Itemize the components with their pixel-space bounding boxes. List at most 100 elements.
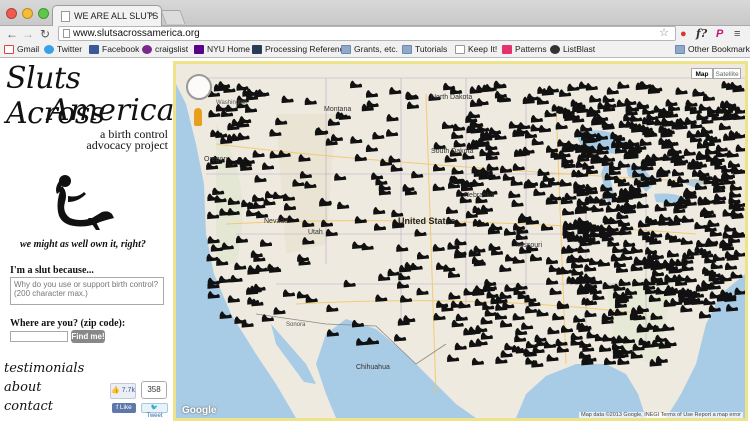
map-marker[interactable] — [585, 83, 598, 91]
map-marker[interactable] — [555, 122, 568, 130]
map-marker[interactable] — [486, 163, 499, 172]
map-marker[interactable] — [724, 100, 737, 109]
map-marker[interactable] — [566, 140, 579, 149]
map-marker[interactable] — [602, 215, 615, 224]
map-marker[interactable] — [416, 287, 429, 296]
map-marker[interactable] — [589, 94, 602, 103]
map-marker[interactable] — [337, 201, 350, 210]
map-type-map-button[interactable]: Map — [691, 68, 713, 79]
map-marker[interactable] — [403, 315, 416, 323]
tweet-button[interactable]: 🐦 Tweet — [141, 403, 168, 419]
map-marker[interactable] — [374, 223, 387, 231]
nav-link-about[interactable]: about — [4, 380, 42, 395]
map-marker[interactable] — [625, 287, 638, 296]
map-marker[interactable] — [298, 154, 311, 162]
map-marker[interactable] — [603, 154, 616, 163]
map-marker[interactable] — [302, 237, 315, 245]
map-marker[interactable] — [443, 264, 456, 272]
map-marker[interactable] — [471, 256, 484, 264]
map-marker[interactable] — [236, 83, 249, 91]
map-marker[interactable] — [352, 241, 365, 249]
map-marker[interactable] — [356, 338, 369, 346]
map-marker[interactable] — [292, 179, 305, 187]
map-marker[interactable] — [573, 315, 586, 323]
map-marker[interactable] — [533, 188, 546, 197]
map-marker[interactable] — [575, 160, 588, 169]
extension-function-icon[interactable]: f? — [696, 27, 707, 41]
map-marker[interactable] — [725, 262, 738, 271]
map-marker[interactable] — [475, 325, 488, 333]
map-marker[interactable] — [614, 308, 627, 316]
map-marker[interactable] — [707, 219, 720, 228]
map-marker[interactable] — [484, 278, 497, 287]
map-marker[interactable] — [350, 80, 363, 89]
map-marker[interactable] — [504, 284, 517, 292]
map-marker[interactable] — [546, 277, 559, 286]
bookmark-tutorials-folder[interactable]: Tutorials — [402, 44, 447, 54]
map-marker[interactable] — [703, 93, 716, 102]
map-marker[interactable] — [210, 129, 223, 138]
bookmark-processing-reference[interactable]: Processing Reference — [252, 44, 349, 54]
map-marker[interactable] — [577, 245, 590, 254]
map-marker[interactable] — [321, 219, 334, 228]
reason-textarea[interactable]: Why do you use or support birth control?… — [10, 277, 164, 305]
map-marker[interactable] — [525, 357, 538, 365]
address-bar[interactable]: www.slutsacrossamerica.org ☆ — [58, 26, 676, 41]
map-marker[interactable] — [275, 117, 288, 126]
map-marker[interactable] — [284, 203, 297, 211]
map-marker[interactable] — [705, 147, 718, 155]
map-marker[interactable] — [559, 179, 572, 187]
map-marker[interactable] — [212, 187, 225, 196]
map-marker[interactable] — [681, 215, 694, 224]
google-map[interactable]: Map Satellite United States Montana Nort… — [173, 61, 748, 421]
map-marker[interactable] — [334, 173, 347, 181]
map-marker[interactable] — [453, 123, 466, 132]
map-type-satellite-button[interactable]: Satellite — [713, 68, 741, 79]
map-marker[interactable] — [410, 262, 423, 271]
map-marker[interactable] — [234, 262, 247, 271]
map-marker[interactable] — [354, 216, 367, 224]
bookmark-gmail[interactable]: Gmail — [4, 44, 39, 54]
map-marker[interactable] — [453, 139, 466, 148]
map-marker[interactable] — [446, 206, 459, 215]
map-marker[interactable] — [541, 223, 554, 231]
map-marker[interactable] — [651, 153, 664, 162]
map-marker[interactable] — [500, 165, 513, 174]
map-marker[interactable] — [252, 150, 265, 158]
map-marker[interactable] — [546, 354, 559, 362]
map-marker[interactable] — [701, 207, 714, 215]
map-marker[interactable] — [387, 268, 400, 277]
map-marker[interactable] — [655, 355, 668, 364]
map-marker[interactable] — [710, 261, 723, 270]
map-marker[interactable] — [729, 183, 742, 191]
map-marker[interactable] — [246, 208, 259, 217]
forward-arrow-icon[interactable]: → — [22, 26, 34, 42]
extension-stop-icon[interactable]: ● — [680, 27, 687, 41]
map-marker[interactable] — [447, 354, 460, 362]
map-marker[interactable] — [207, 236, 220, 244]
map-marker[interactable] — [552, 312, 565, 321]
map-marker[interactable] — [530, 115, 543, 123]
map-marker[interactable] — [555, 338, 568, 347]
map-marker[interactable] — [262, 162, 275, 170]
map-marker[interactable] — [718, 122, 731, 131]
new-tab-button[interactable] — [160, 10, 186, 24]
map-marker[interactable] — [579, 340, 592, 348]
map-marker[interactable] — [726, 304, 739, 312]
map-marker[interactable] — [527, 93, 540, 102]
map-marker[interactable] — [625, 104, 638, 112]
map-marker[interactable] — [580, 124, 593, 132]
map-marker[interactable] — [562, 207, 575, 216]
map-marker[interactable] — [417, 251, 430, 260]
map-marker[interactable] — [263, 198, 276, 206]
map-marker[interactable] — [515, 232, 528, 241]
other-bookmarks-folder[interactable]: Other Bookmarks — [675, 44, 750, 54]
map-marker[interactable] — [598, 259, 611, 267]
map-marker[interactable] — [648, 294, 661, 303]
map-marker[interactable] — [219, 311, 232, 319]
map-marker[interactable] — [372, 131, 385, 140]
map-marker[interactable] — [571, 268, 584, 276]
map-marker[interactable] — [398, 272, 411, 281]
map-marker[interactable] — [443, 82, 456, 91]
map-marker[interactable] — [206, 253, 219, 262]
